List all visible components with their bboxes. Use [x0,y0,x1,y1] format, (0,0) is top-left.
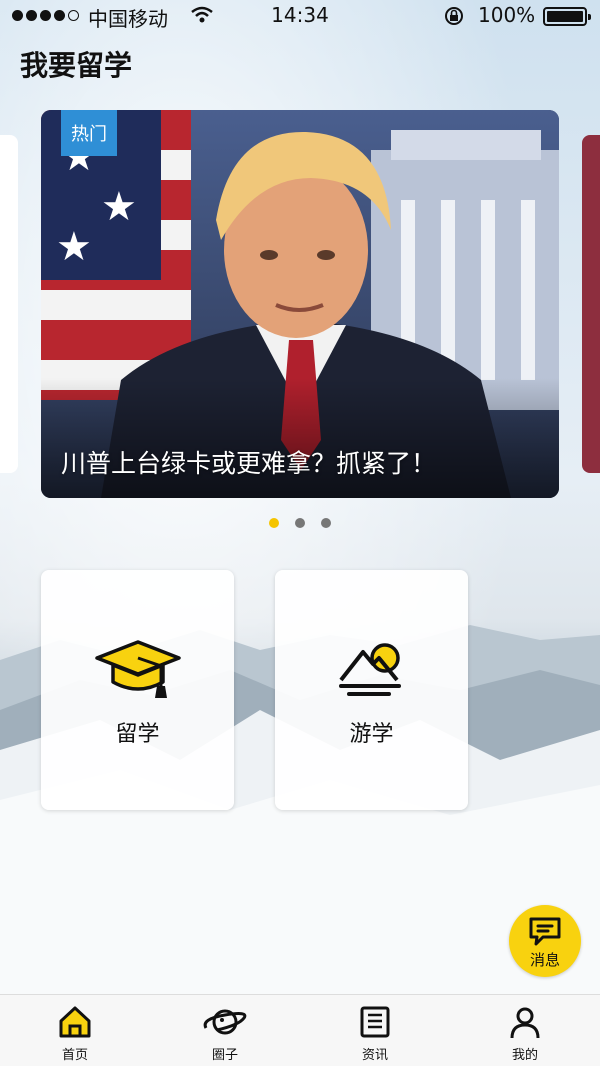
battery-percent: 100% [478,3,536,27]
tab-label: 我的 [511,1048,538,1063]
tab-profile[interactable]: 我的 [450,995,600,1066]
page-title: 我要留学 [20,49,133,82]
messages-label: 消息 [529,951,560,969]
hot-badge: 热门 [61,110,117,156]
tab-news[interactable]: 资讯 [300,995,450,1066]
news-icon [360,1006,390,1038]
svg-text:★: ★ [101,184,137,230]
carousel-prev-card[interactable] [0,135,18,473]
rotation-lock-icon [445,7,463,25]
featured-banner[interactable]: ★ ★ ★ 热门 川普上台绿卡或更难拿？抓紧了！ [41,110,559,498]
banner-caption: 川普上台绿卡或更难拿？抓紧了！ [61,449,437,478]
carousel-indicator [0,518,600,528]
carousel-dot[interactable] [269,518,279,528]
tab-label: 资讯 [361,1048,388,1063]
home-icon [59,1006,91,1038]
battery-icon [543,7,591,26]
category-card-study-abroad[interactable]: 留学 [41,570,234,810]
graduation-cap-icon [94,640,181,698]
messages-button[interactable]: 消息 [509,905,581,977]
person-icon [510,1007,540,1039]
category-label: 游学 [349,722,394,747]
svg-text:★: ★ [56,224,92,270]
carousel-next-card[interactable] [582,135,600,473]
tab-label: 圈子 [211,1048,238,1063]
banner-shade [41,378,559,498]
carousel-dot[interactable] [321,518,331,528]
category-label: 留学 [115,722,160,747]
mountain-sun-icon [338,643,401,696]
tab-label: 首页 [61,1048,88,1063]
tab-circle[interactable]: 圈子 [150,995,300,1066]
status-bar: 中国移动 14:34 100% [0,0,600,32]
chat-bubble-icon [529,917,561,946]
tab-home[interactable]: 首页 [0,995,150,1066]
carousel-dot[interactable] [295,518,305,528]
category-card-study-tour[interactable]: 游学 [275,570,468,810]
bottom-tab-bar: 首页 圈子 资讯 我的 [0,994,600,1066]
planet-icon [203,1009,247,1035]
